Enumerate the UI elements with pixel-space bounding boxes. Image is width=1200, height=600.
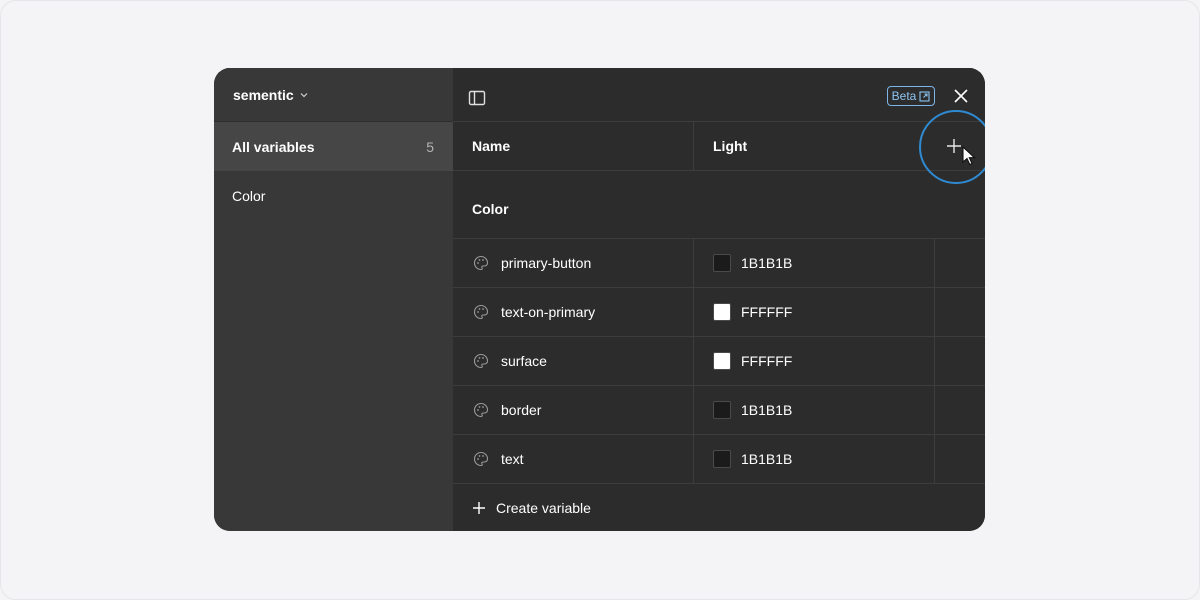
- column-divider: [693, 337, 694, 385]
- chevron-down-icon: [300, 92, 308, 97]
- table-row[interactable]: border 1B1B1B: [453, 386, 985, 435]
- sidebar-item-all-variables[interactable]: All variables 5: [214, 122, 453, 171]
- color-swatch[interactable]: [713, 352, 731, 370]
- group-label: Color: [472, 201, 509, 217]
- variable-name: border: [501, 402, 542, 418]
- table-row[interactable]: text-on-primary FFFFFF: [453, 288, 985, 337]
- color-swatch[interactable]: [713, 303, 731, 321]
- panel-toggle-button[interactable]: [465, 86, 489, 110]
- beta-label: Beta: [891, 89, 917, 103]
- column-divider: [934, 239, 935, 287]
- create-variable-label: Create variable: [496, 500, 591, 516]
- close-icon: [954, 89, 968, 103]
- color-swatch[interactable]: [713, 254, 731, 272]
- external-link-icon: [919, 90, 930, 102]
- variable-name: primary-button: [501, 255, 592, 271]
- group-header: Color: [453, 171, 985, 239]
- panel-toggle-icon: [468, 90, 486, 106]
- plus-icon: [473, 502, 485, 514]
- table-row[interactable]: surface FFFFFF: [453, 337, 985, 386]
- sidebar-item-label: Color: [232, 187, 266, 204]
- variable-name: surface: [501, 353, 547, 369]
- table-row[interactable]: text 1B1B1B: [453, 435, 985, 484]
- column-divider: [693, 239, 694, 287]
- palette-icon: [473, 255, 489, 271]
- variable-value[interactable]: 1B1B1B: [741, 239, 792, 287]
- variable-count-badge: 5: [426, 138, 434, 155]
- variables-table-panel: Beta Name Light Color primary-button 1B1…: [453, 68, 985, 531]
- add-mode-button[interactable]: [942, 134, 966, 158]
- variable-value[interactable]: FFFFFF: [741, 288, 792, 336]
- collection-selector[interactable]: sementic: [214, 68, 453, 122]
- toolbar: Beta: [453, 74, 985, 122]
- column-divider: [693, 288, 694, 336]
- column-divider: [934, 288, 935, 336]
- variable-name: text-on-primary: [501, 304, 596, 320]
- sidebar-item-color[interactable]: Color: [214, 171, 453, 220]
- palette-icon: [473, 304, 489, 320]
- table-row[interactable]: primary-button 1B1B1B: [453, 239, 985, 288]
- column-divider: [934, 435, 935, 483]
- variable-value[interactable]: FFFFFF: [741, 337, 792, 385]
- create-variable-button[interactable]: Create variable: [453, 485, 985, 531]
- column-divider: [693, 435, 694, 483]
- palette-icon: [473, 402, 489, 418]
- close-button[interactable]: [949, 84, 973, 108]
- palette-icon: [473, 451, 489, 467]
- collection-name: sementic: [233, 86, 294, 103]
- plus-icon: [947, 139, 961, 153]
- sidebar: sementic All variables 5 Color: [214, 68, 453, 531]
- column-divider: [934, 337, 935, 385]
- column-divider: [934, 386, 935, 434]
- variable-value[interactable]: 1B1B1B: [741, 386, 792, 434]
- color-swatch[interactable]: [713, 401, 731, 419]
- column-header-light[interactable]: Light: [713, 122, 747, 170]
- variable-name: text: [501, 451, 524, 467]
- color-swatch[interactable]: [713, 450, 731, 468]
- column-divider: [693, 386, 694, 434]
- column-header-name: Name: [472, 138, 511, 154]
- sidebar-item-label: All variables: [232, 138, 315, 155]
- beta-badge[interactable]: Beta: [887, 86, 935, 106]
- variable-value[interactable]: 1B1B1B: [741, 435, 792, 483]
- variables-dialog: sementic All variables 5 Color Beta Name…: [214, 68, 985, 531]
- column-divider: [693, 122, 694, 170]
- palette-icon: [473, 353, 489, 369]
- table-header: Name Light: [453, 122, 985, 171]
